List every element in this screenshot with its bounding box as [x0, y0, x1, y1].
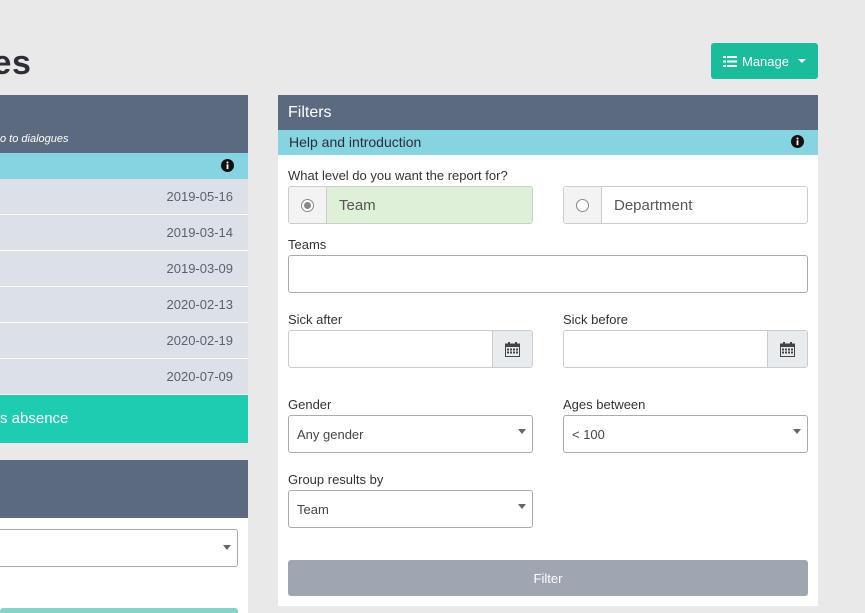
filters-title: Filters [278, 95, 818, 130]
group-value: Team [297, 502, 329, 517]
teams-label: Teams [288, 237, 327, 252]
dialogues-panel: o to dialogues 2019-05-16 2019-03-14 201… [0, 95, 248, 443]
filters-panel: Filters Help and introduction What level… [278, 95, 818, 606]
dialogue-date: 2019-03-09 [166, 261, 234, 276]
teams-input[interactable] [288, 255, 808, 293]
level-option-label: Department [602, 187, 807, 223]
absence-button-label: s absence [0, 410, 69, 427]
info-icon[interactable] [221, 159, 234, 177]
secondary-select[interactable] [0, 529, 238, 567]
level-option-team[interactable]: Team [288, 186, 533, 224]
dropdown-arrow-icon [518, 429, 526, 434]
dialogue-row[interactable]: 2019-05-16 [0, 179, 248, 215]
calendar-icon[interactable] [492, 331, 532, 367]
radio-button[interactable] [576, 198, 589, 212]
dialogue-row[interactable]: 2020-07-09 [0, 359, 248, 395]
group-label: Group results by [288, 472, 384, 487]
sick-after-label: Sick after [288, 312, 343, 327]
dropdown-arrow-icon [793, 429, 801, 434]
radio-cell [564, 187, 602, 223]
dialogue-row[interactable]: 2020-02-13 [0, 287, 248, 323]
secondary-panel [0, 460, 248, 613]
radio-cell [289, 187, 327, 223]
ages-label: Ages between [563, 397, 646, 412]
dialogue-date: 2020-02-13 [166, 297, 234, 312]
dialogue-date: 2020-07-09 [166, 369, 234, 384]
filter-button-label: Filter [533, 570, 563, 586]
dialogues-panel-header: o to dialogues [0, 95, 248, 153]
dialogue-date: 2019-05-16 [166, 189, 234, 204]
calendar-icon[interactable] [767, 331, 807, 367]
caret-down-icon [797, 59, 806, 63]
level-option-label: Team [327, 187, 532, 223]
page-title: gues [0, 44, 32, 82]
dialogues-info-bar[interactable] [0, 153, 248, 179]
sick-before-label: Sick before [563, 312, 629, 327]
gender-label: Gender [288, 397, 332, 412]
group-select[interactable]: Team [288, 490, 533, 528]
dropdown-arrow-icon [518, 504, 526, 509]
manage-button[interactable]: Manage [711, 43, 818, 79]
ages-select[interactable]: < 100 [563, 415, 808, 453]
dropdown-arrow-icon [223, 545, 231, 550]
dialogue-row[interactable]: 2019-03-14 [0, 215, 248, 251]
dialogue-date: 2020-02-19 [166, 333, 234, 348]
gender-select[interactable]: Any gender [288, 415, 533, 453]
level-question: What level do you want the report for? [288, 168, 508, 183]
info-icon[interactable] [791, 135, 804, 151]
sick-before-field[interactable] [563, 330, 808, 368]
sick-after-input[interactable] [289, 331, 492, 367]
filter-button[interactable]: Filter [288, 560, 808, 596]
sick-after-field[interactable] [288, 330, 533, 368]
level-option-department[interactable]: Department [563, 186, 808, 224]
radio-button-checked[interactable] [301, 198, 314, 212]
help-intro-label: Help and introduction [289, 134, 422, 150]
ages-value: < 100 [572, 427, 605, 442]
secondary-panel-header [0, 460, 248, 518]
sick-before-input[interactable] [564, 331, 767, 367]
dialogue-date: 2019-03-14 [166, 225, 234, 240]
list-icon [723, 55, 737, 67]
manage-label: Manage [742, 53, 789, 69]
dialogues-subtitle: o to dialogues [0, 133, 69, 145]
dialogue-row[interactable]: 2019-03-09 [0, 251, 248, 287]
secondary-panel-button[interactable] [0, 608, 238, 613]
dialogue-row[interactable]: 2020-02-19 [0, 323, 248, 359]
help-intro-bar[interactable]: Help and introduction [278, 130, 818, 155]
gender-value: Any gender [297, 427, 364, 442]
absence-button[interactable]: s absence [0, 395, 248, 443]
